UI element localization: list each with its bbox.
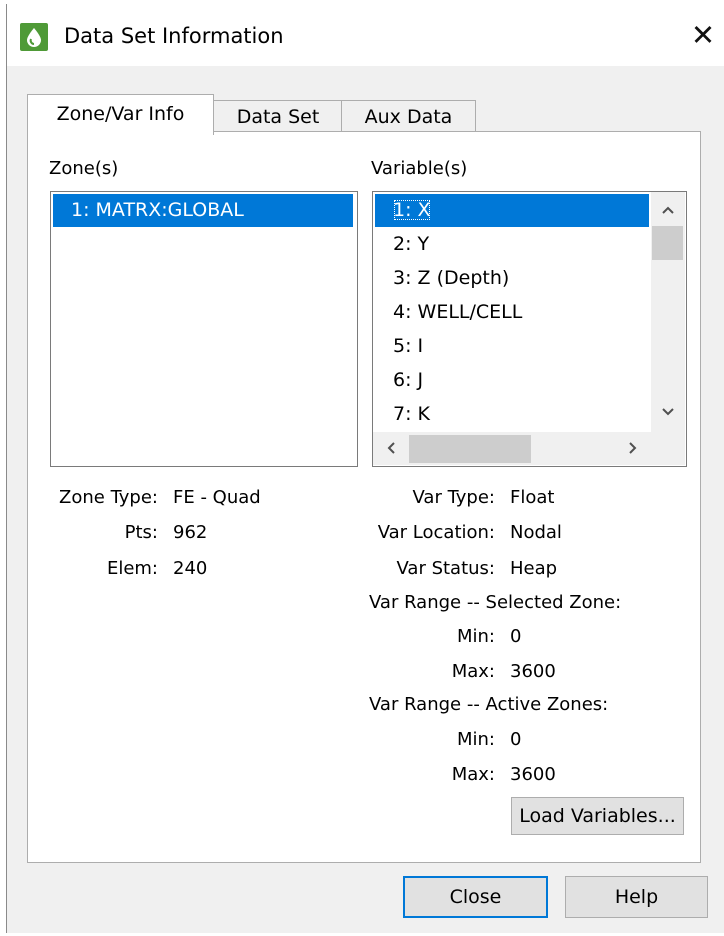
variable-list-item[interactable]: 2: Y: [375, 228, 429, 261]
pts-label: Pts:: [124, 522, 158, 543]
tab-panel: Zone(s) 1: MATRX:GLOBAL Variable(s) 1: X…: [27, 131, 701, 863]
var-location-label: Var Location:: [377, 522, 495, 543]
variable-list-item[interactable]: 3: Z (Depth): [375, 262, 509, 295]
pts-value: 962: [173, 522, 208, 543]
vertical-scroll-thumb[interactable]: [652, 226, 683, 260]
selected-max-label: Max:: [451, 661, 495, 682]
elem-label: Elem:: [106, 558, 158, 579]
variables-label: Variable(s): [371, 158, 468, 179]
zone-type-value: FE - Quad: [173, 487, 261, 508]
var-type-label: Var Type:: [412, 487, 495, 508]
horizontal-scroll-thumb[interactable]: [409, 435, 531, 463]
window-title: Data Set Information: [64, 24, 284, 48]
zone-list-item[interactable]: 1: MATRX:GLOBAL: [53, 194, 353, 227]
horizontal-scrollbar[interactable]: [373, 432, 651, 465]
tab-zone-var-info[interactable]: Zone/Var Info: [27, 94, 214, 135]
variable-list-item-label: 1: X: [393, 199, 431, 221]
chevron-up-icon[interactable]: [652, 196, 684, 224]
var-status-value: Heap: [510, 558, 558, 579]
selected-max-value: 3600: [510, 661, 556, 682]
variable-list-item[interactable]: 1: X: [375, 194, 649, 227]
variable-list-item[interactable]: 7: K: [375, 398, 430, 431]
active-max-label: Max:: [451, 764, 495, 785]
active-max-value: 3600: [510, 764, 556, 785]
close-icon[interactable]: ✕: [689, 20, 717, 50]
var-location-value: Nodal: [510, 522, 562, 543]
active-min-value: 0: [510, 729, 522, 750]
title-bar: Data Set Information ✕: [7, 4, 724, 66]
active-min-label: Min:: [456, 729, 495, 750]
var-range-selected-heading: Var Range -- Selected Zone:: [369, 592, 622, 613]
var-type-value: Float: [510, 487, 555, 508]
app-drop-icon: [20, 23, 48, 51]
elem-value: 240: [173, 558, 208, 579]
zones-label: Zone(s): [49, 158, 119, 179]
var-range-active-heading: Var Range -- Active Zones:: [369, 694, 609, 715]
variable-list-item[interactable]: 6: J: [375, 364, 423, 397]
variable-list-item[interactable]: 4: WELL/CELL: [375, 296, 522, 329]
load-variables-button[interactable]: Load Variables...: [511, 797, 684, 835]
help-button[interactable]: Help: [565, 876, 708, 918]
variable-list-item[interactable]: 5: I: [375, 330, 423, 363]
scroll-corner: [651, 432, 685, 465]
chevron-down-icon[interactable]: [652, 398, 684, 426]
var-status-label: Var Status:: [396, 558, 496, 579]
zone-type-label: Zone Type:: [59, 487, 158, 508]
chevron-left-icon[interactable]: [375, 434, 407, 462]
close-button[interactable]: Close: [403, 876, 548, 918]
tab-aux-data[interactable]: Aux Data: [341, 100, 476, 133]
dialog-window: Data Set Information ✕ Zone/Var Info Dat…: [6, 4, 724, 933]
variables-listbox[interactable]: 1: X 2: Y 3: Z (Depth) 4: WELL/CELL 5: I…: [372, 191, 687, 467]
chevron-right-icon[interactable]: [617, 434, 649, 462]
selected-min-value: 0: [510, 626, 522, 647]
selected-min-label: Min:: [456, 626, 495, 647]
tab-data-set[interactable]: Data Set: [213, 100, 343, 133]
zones-listbox[interactable]: 1: MATRX:GLOBAL: [50, 191, 358, 467]
vertical-scrollbar[interactable]: [651, 192, 685, 432]
